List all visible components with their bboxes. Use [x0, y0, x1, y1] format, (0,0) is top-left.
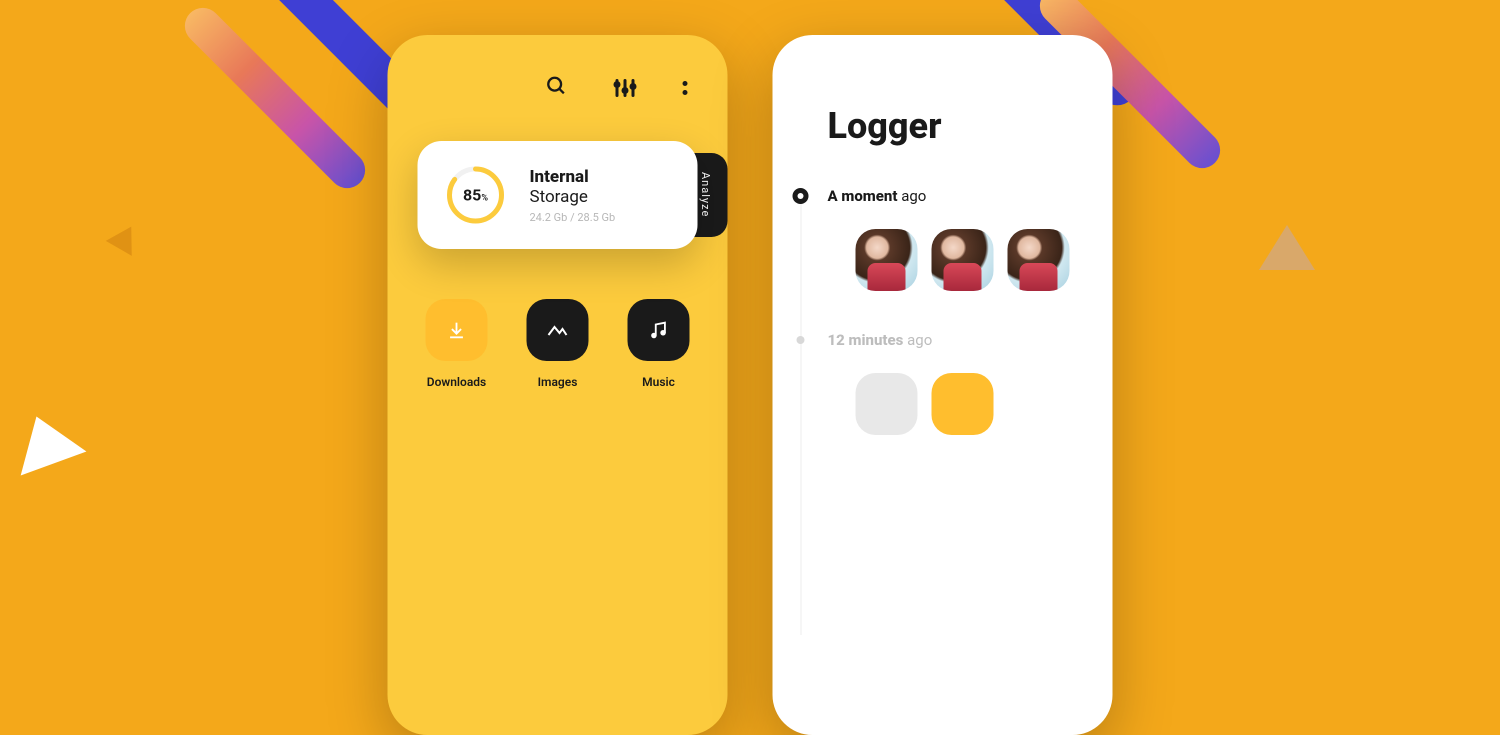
storage-text: Internal Storage 24.2 Gb / 28.5 Gb — [530, 167, 616, 224]
timeline-item: A moment ago — [828, 187, 1113, 291]
filter-sliders-icon[interactable] — [616, 79, 635, 97]
timeline-item: 12 minutes ago — [828, 331, 1113, 435]
timeline-dot-icon — [793, 188, 809, 204]
storage-ring-chart: 85% — [444, 163, 508, 227]
images-icon — [527, 299, 589, 361]
thumbnail[interactable] — [856, 373, 918, 435]
analyze-label: Analyze — [699, 172, 712, 217]
more-menu-icon[interactable] — [683, 81, 688, 95]
category-label: Music — [642, 375, 675, 389]
category-item[interactable]: Images — [527, 299, 589, 389]
thumbnail[interactable] — [856, 229, 918, 291]
thumbnail[interactable] — [932, 373, 994, 435]
category-item[interactable]: Downloads — [426, 299, 488, 389]
decorative-triangle — [1259, 225, 1315, 270]
decorative-triangle — [4, 405, 87, 476]
category-label: Downloads — [427, 375, 486, 389]
download-icon — [426, 299, 488, 361]
storage-card[interactable]: 85% Internal Storage 24.2 Gb / 28.5 Gb — [418, 141, 698, 249]
logger-screen: Logger A moment ago 12 minutes ago — [773, 35, 1113, 735]
percent-unit: % — [481, 194, 488, 204]
thumbnail[interactable] — [932, 229, 994, 291]
storage-percent: 85 — [463, 186, 481, 205]
storage-title-light: Storage — [530, 187, 588, 207]
timeline-timestamp: 12 minutes ago — [828, 331, 933, 349]
decorative-triangle — [106, 219, 144, 256]
storage-title-bold: Internal — [530, 167, 589, 187]
music-icon — [628, 299, 690, 361]
category-item[interactable]: Music — [628, 299, 690, 389]
storage-usage: 24.2 Gb / 28.5 Gb — [530, 211, 616, 224]
storage-screen: 85% Internal Storage 24.2 Gb / 28.5 Gb A… — [388, 35, 728, 735]
timeline-dot-icon — [797, 336, 805, 344]
topbar — [388, 35, 728, 121]
search-icon[interactable] — [546, 75, 568, 101]
timeline-timestamp: A moment ago — [828, 187, 927, 205]
page-title: Logger — [773, 35, 1113, 187]
thumbnail[interactable] — [1008, 229, 1070, 291]
category-label: Images — [538, 375, 578, 389]
